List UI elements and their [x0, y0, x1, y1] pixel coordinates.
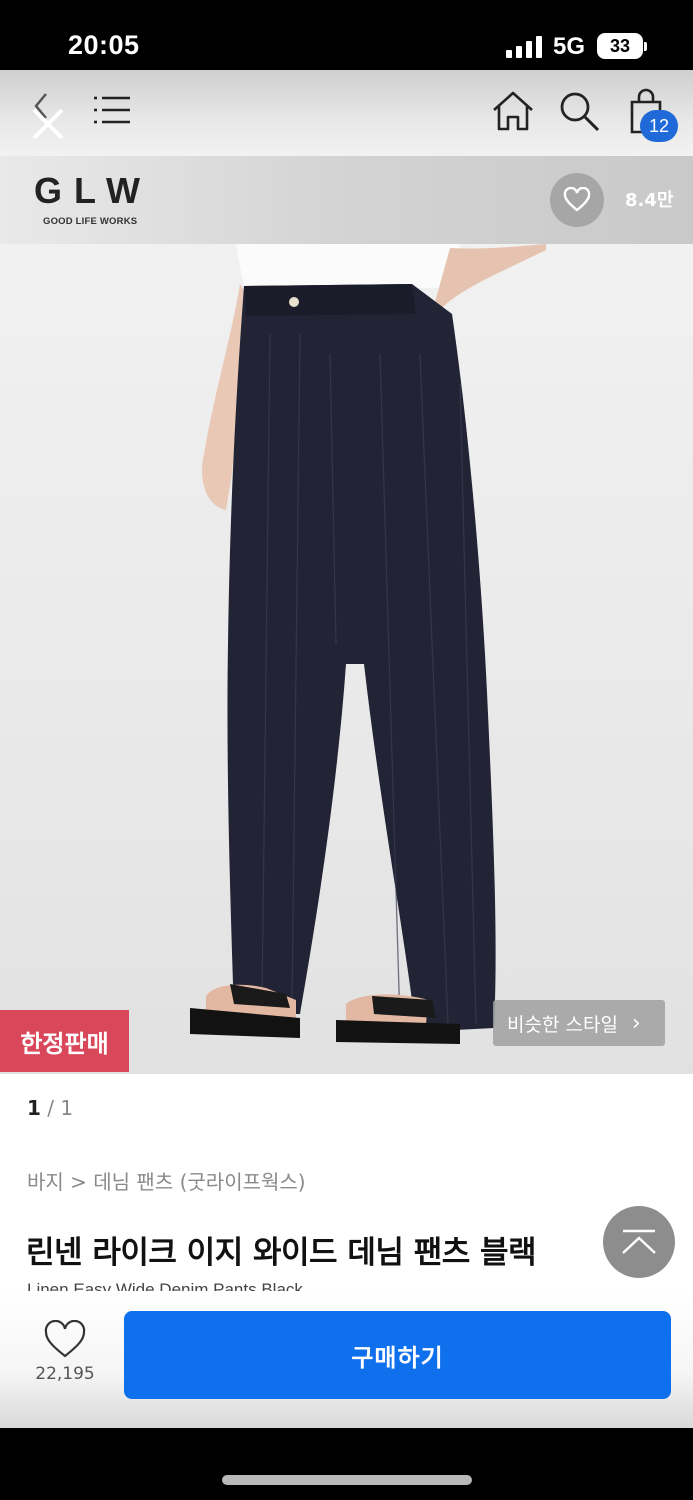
image-pager: 1 / 1	[27, 1096, 73, 1120]
network-label: 5G	[553, 33, 586, 60]
signal-icon	[506, 36, 544, 58]
home-indicator[interactable]	[222, 1475, 472, 1485]
pager-separator: /	[40, 1096, 61, 1120]
product-subtitle: Linen Easy Wide Denim Pants Black	[27, 1280, 303, 1291]
heart-icon	[44, 1320, 86, 1358]
home-icon[interactable]	[490, 88, 536, 134]
cart-count-badge: 12	[640, 110, 678, 142]
pager-current: 1	[27, 1096, 41, 1120]
buy-button[interactable]: 구매하기	[124, 1311, 671, 1399]
brand-tagline: GOOD LIFE WORKS	[43, 216, 138, 227]
similar-style-label: 비슷한 스타일	[507, 1013, 618, 1036]
scroll-to-top-button[interactable]	[603, 1206, 675, 1278]
close-icon[interactable]	[22, 86, 78, 142]
limited-sale-badge: 한정판매	[0, 1010, 129, 1072]
wishlist-count: 22,195	[35, 1364, 95, 1384]
heart-icon	[563, 187, 591, 212]
home-indicator-area	[0, 1428, 693, 1500]
chevron-right-icon: ›	[631, 1010, 641, 1036]
search-icon[interactable]	[556, 88, 602, 134]
breadcrumb[interactable]: 바지 > 데님 팬츠 (굿라이프웍스)	[27, 1166, 306, 1195]
pager-total: 1	[60, 1096, 74, 1120]
wishlist-button[interactable]: 22,195	[30, 1320, 100, 1392]
brand-logo[interactable]: GLW	[34, 170, 152, 212]
brand-like-count: 8.4만	[625, 190, 674, 211]
status-bar: 20:05 5G 33	[0, 0, 693, 70]
status-time: 20:05	[68, 30, 140, 60]
brand-like-button[interactable]	[550, 173, 604, 227]
menu-icon[interactable]	[90, 92, 134, 132]
product-photo	[190, 244, 546, 1044]
similar-style-button[interactable]: 비슷한 스타일 ›	[493, 1000, 665, 1046]
arrow-up-icon	[622, 1229, 656, 1254]
battery-icon: 33	[597, 33, 647, 59]
product-title: 린넨 라이크 이지 와이드 데님 팬츠 블랙	[26, 1235, 537, 1271]
product-image[interactable]	[0, 244, 693, 1074]
